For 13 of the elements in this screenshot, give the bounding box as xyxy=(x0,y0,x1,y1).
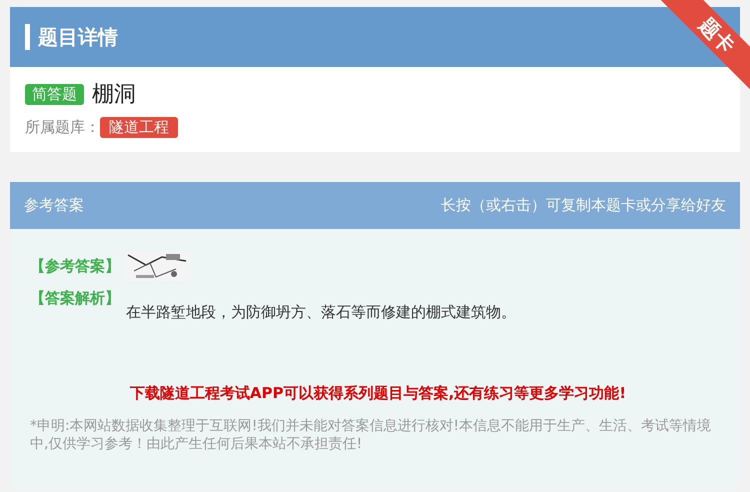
bank-label: 所属题库： xyxy=(25,118,100,137)
analysis-label: 【答案解析】 xyxy=(30,289,120,309)
analysis-text: 在半路堑地段，为防御坍方、落石等而修建的棚式建筑物。 xyxy=(126,302,516,322)
share-hint: 长按（或右击）可复制本题卡或分享给好友 xyxy=(441,196,726,215)
promo-text: 下载隧道工程考试APP可以获得系列题目与答案,还有练习等更多学习功能! xyxy=(128,384,628,403)
bank-tag[interactable]: 隧道工程 xyxy=(100,117,178,138)
disclaimer-text: *申明:本网站数据收集整理于互联网!我们并未能对答案信息进行核对!本信息不能用于生产、生活、考试等情境中,仅供学习参考！由此产生任何后果本站不承担责任! xyxy=(30,417,712,453)
page-title: 题目详情 xyxy=(38,24,118,50)
title-marker xyxy=(25,24,30,50)
question-title: 棚洞 xyxy=(92,81,136,109)
answer-label: 【参考答案】 xyxy=(30,256,120,276)
type-badge: 简答题 xyxy=(25,84,84,104)
panel-title: 参考答案 xyxy=(24,196,84,215)
